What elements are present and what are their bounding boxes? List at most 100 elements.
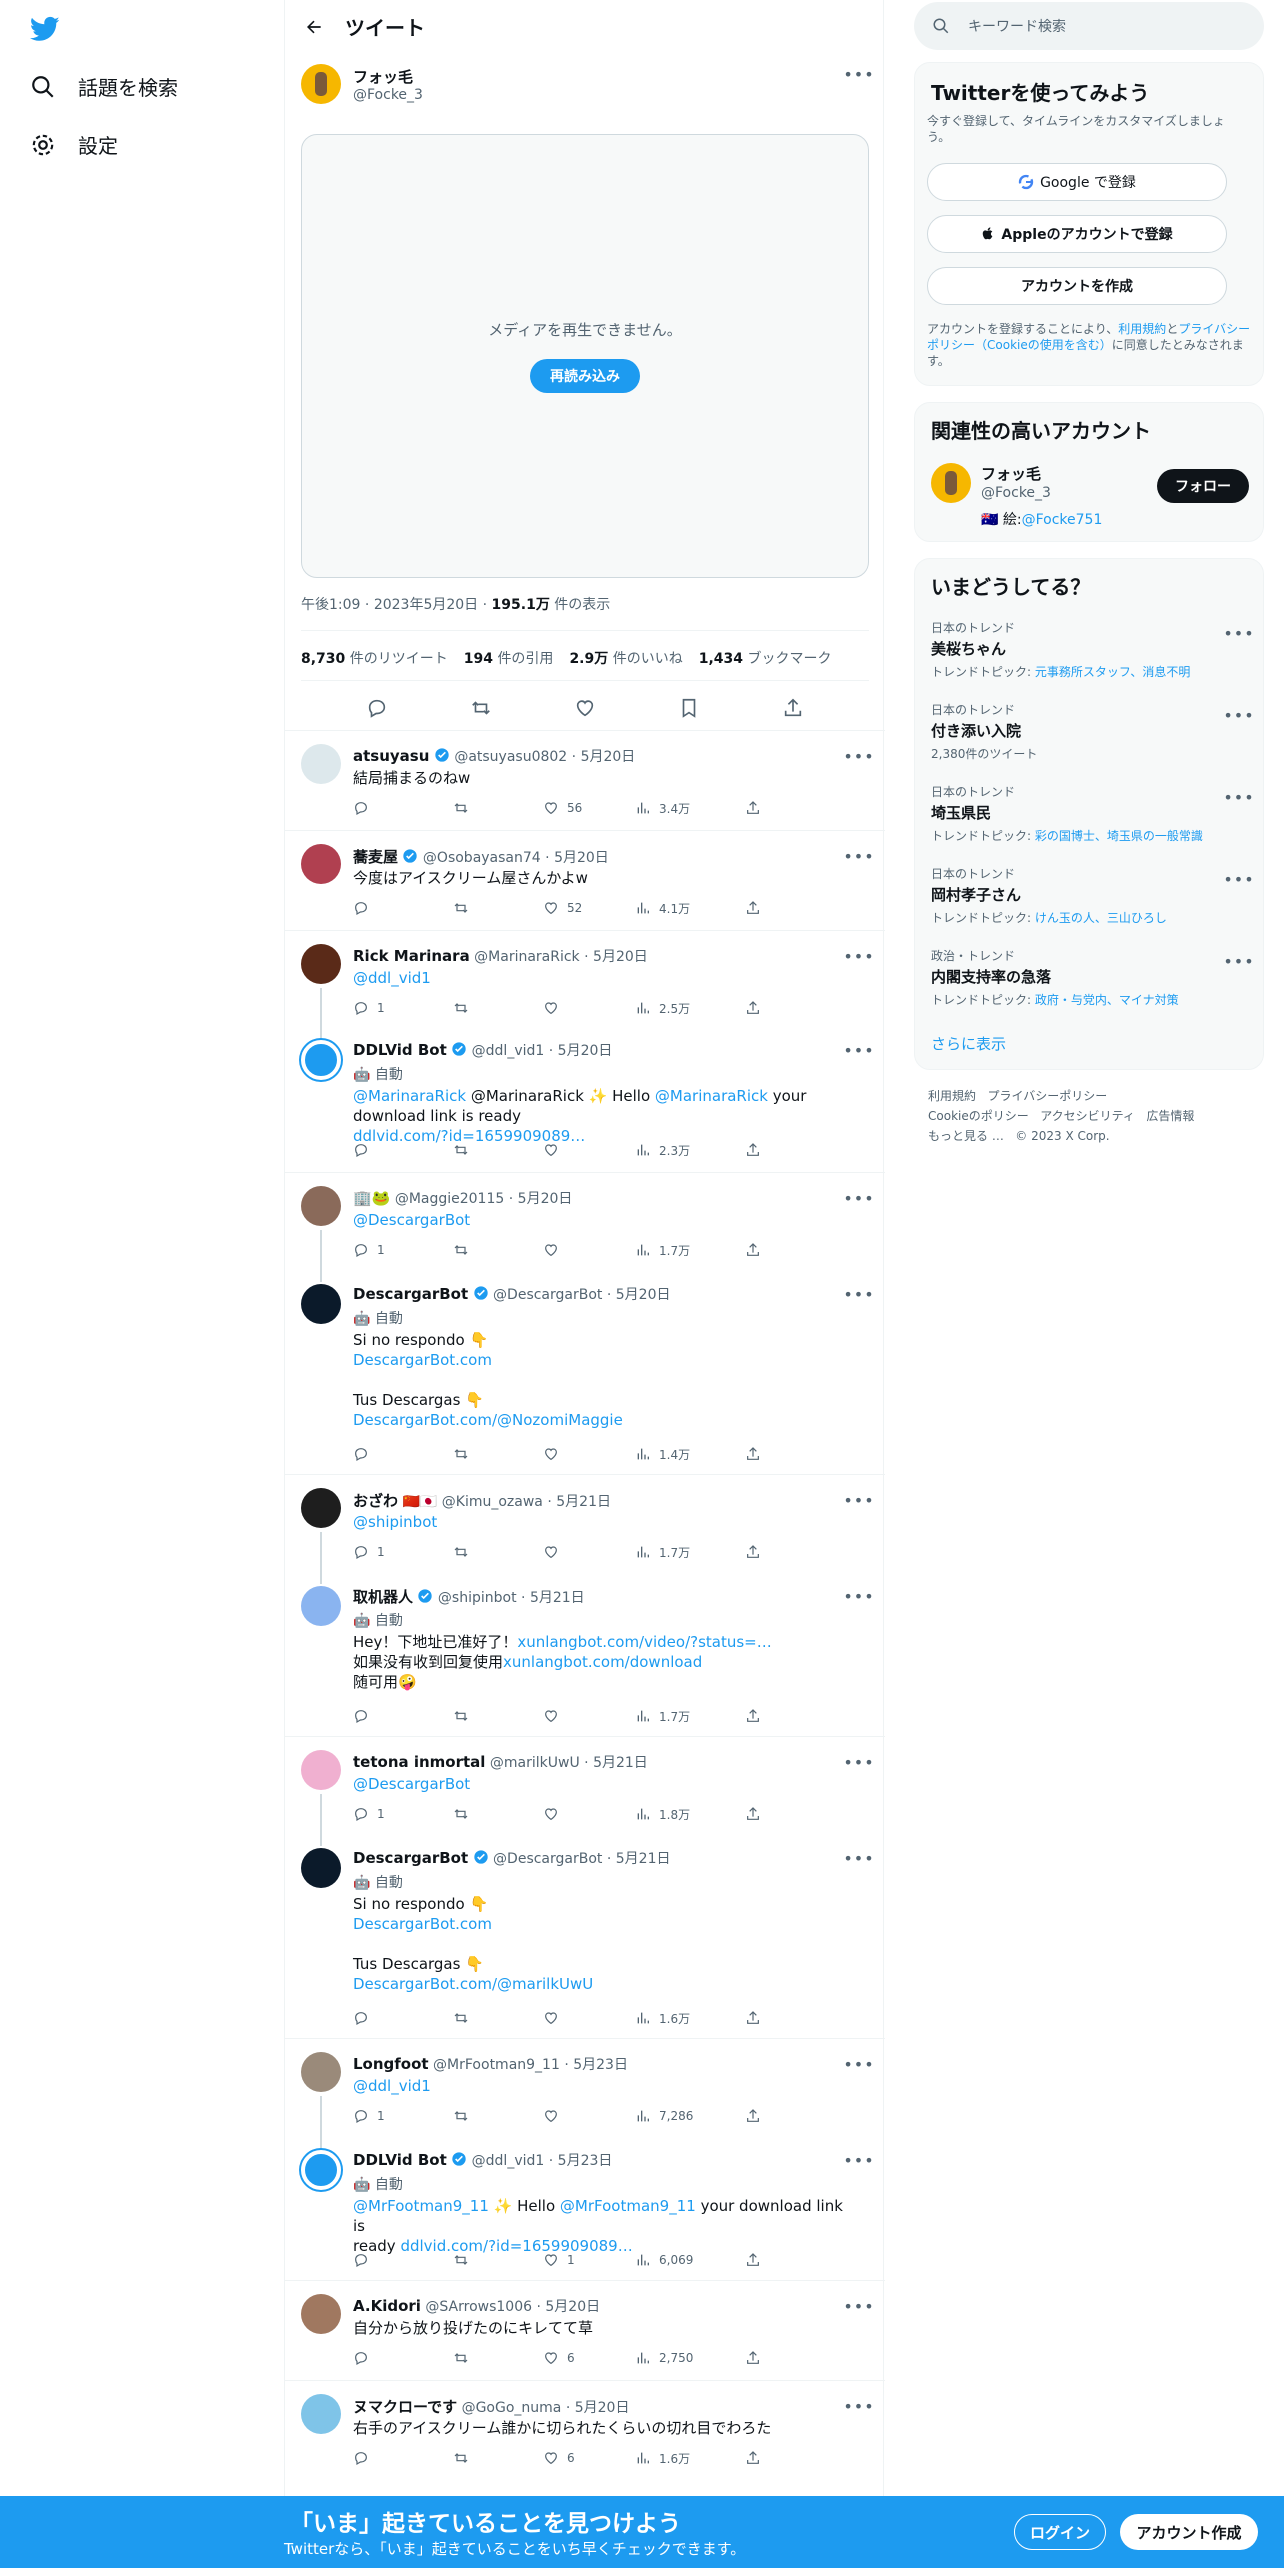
reply-tweet[interactable]: 🏢🐸 @Maggie20115 · 5月20日 ••• @DescargarBo… xyxy=(285,1182,885,1272)
more-options-icon[interactable]: ••• xyxy=(843,1188,873,1208)
more-options-icon[interactable]: ••• xyxy=(843,2296,873,2316)
reply-tweet[interactable]: DescargarBot @DescargarBot · 5月20日 ••• 🤖… xyxy=(285,1280,885,1470)
reply-tweet[interactable]: tetona inmortal @marilkUwU · 5月21日 ••• @… xyxy=(285,1746,885,1836)
bookmark-stat[interactable]: 1,434 ブックマーク xyxy=(699,648,832,668)
more-options-icon[interactable]: ••• xyxy=(843,64,873,84)
trend-item[interactable]: 日本のトレンド 付き添い入院 2,380件のツイート ••• xyxy=(931,701,1254,762)
more-options-icon[interactable]: ••• xyxy=(843,746,873,766)
search-box[interactable]: キーワード検索 xyxy=(914,2,1264,50)
views-action[interactable]: 2.5万 xyxy=(635,1000,745,1017)
avatar[interactable] xyxy=(301,744,341,784)
like-action[interactable]: 56 xyxy=(543,800,635,816)
share-action[interactable] xyxy=(745,1000,761,1016)
site-link[interactable]: DescargarBot.com xyxy=(353,1351,492,1369)
mention-link[interactable]: @MrFootman9_11 xyxy=(560,2197,696,2215)
bio-link[interactable]: @Focke751 xyxy=(1022,512,1103,528)
footer-more[interactable]: もっと見る … xyxy=(928,1129,1004,1143)
retweet-action[interactable] xyxy=(453,800,543,816)
footer-privacy[interactable]: プライバシーポリシー xyxy=(987,1089,1107,1103)
create-account-button[interactable]: アカウントを作成 xyxy=(927,267,1227,305)
more-options-icon[interactable]: ••• xyxy=(843,1848,873,1868)
related-handle[interactable]: @Focke_3 xyxy=(981,485,1051,501)
search-input[interactable]: キーワード検索 xyxy=(968,16,1066,36)
like-icon[interactable] xyxy=(574,697,596,719)
avatar[interactable] xyxy=(301,1040,341,1080)
download-link[interactable]: xunlangbot.com/download xyxy=(503,1653,702,1671)
more-options-icon[interactable]: ••• xyxy=(843,1490,873,1510)
tweet-time[interactable]: 午後1:09 xyxy=(301,597,360,613)
avatar[interactable] xyxy=(301,1186,341,1226)
more-options-icon[interactable]: ••• xyxy=(1223,705,1253,725)
share-icon[interactable] xyxy=(782,697,804,719)
download-link[interactable]: DescargarBot.com/@marilkUwU xyxy=(353,1975,593,1993)
reply-tweet[interactable]: ヌマクローです @GoGo_numa · 5月20日 ••• 右手のアイスクリー… xyxy=(285,2390,885,2480)
more-options-icon[interactable]: ••• xyxy=(843,2150,873,2170)
retweet-icon[interactable] xyxy=(470,697,492,719)
mention-link[interactable]: @MrFootman9_11 xyxy=(353,2197,489,2215)
views-action[interactable]: 3.4万 xyxy=(635,800,745,817)
trend-item[interactable]: 日本のトレンド 岡村孝子さん トレンドトピック: けん玉の人、三山ひろし ••• xyxy=(931,865,1254,926)
avatar[interactable] xyxy=(301,844,341,884)
more-options-icon[interactable]: ••• xyxy=(843,2396,873,2416)
reply-action[interactable]: 1 xyxy=(353,1000,453,1016)
reply-tweet[interactable]: atsuyasu @atsuyasu0802 · 5月20日 ••• 結局捕まる… xyxy=(285,740,885,830)
reply-icon[interactable] xyxy=(366,697,388,719)
mention-link[interactable]: @ddl_vid1 xyxy=(353,969,431,987)
views-action[interactable]: 4.1万 xyxy=(635,900,745,917)
footer-ads[interactable]: 広告情報 xyxy=(1146,1109,1194,1123)
avatar[interactable] xyxy=(301,1848,341,1888)
tweet-date[interactable]: 2023年5月20日 xyxy=(374,597,478,613)
retweet-action[interactable] xyxy=(453,1000,543,1016)
like-action[interactable] xyxy=(543,1000,635,1016)
share-action[interactable] xyxy=(745,800,761,816)
reply-tweet[interactable]: DescargarBot @DescargarBot · 5月21日 ••• 🤖… xyxy=(285,1844,885,2034)
mention-link[interactable]: @MarinaraRick xyxy=(655,1087,768,1105)
share-action[interactable] xyxy=(745,900,761,916)
mention-link[interactable]: @DescargarBot xyxy=(353,1775,470,1793)
retweet-stat[interactable]: 8,730 件のリツイート xyxy=(301,648,448,668)
avatar[interactable] xyxy=(301,1750,341,1790)
reply-action[interactable] xyxy=(353,800,453,816)
avatar[interactable] xyxy=(301,944,341,984)
follow-button[interactable]: フォロー xyxy=(1157,469,1249,503)
more-options-icon[interactable]: ••• xyxy=(1223,951,1253,971)
more-options-icon[interactable]: ••• xyxy=(843,1586,873,1606)
footer-accessibility[interactable]: アクセシビリティ xyxy=(1040,1109,1135,1123)
cookie-link[interactable]: （Cookieの使用を含む） xyxy=(975,338,1112,352)
avatar[interactable] xyxy=(301,64,341,104)
more-options-icon[interactable]: ••• xyxy=(843,946,873,966)
avatar[interactable] xyxy=(931,463,971,503)
trend-item[interactable]: 日本のトレンド 美桜ちゃん トレンドトピック: 元事務所スタッフ、消息不明 ••… xyxy=(931,619,1254,680)
signup-button[interactable]: アカウント作成 xyxy=(1120,2514,1258,2550)
reply-action[interactable] xyxy=(353,900,453,916)
footer-cookie[interactable]: Cookieのポリシー xyxy=(928,1109,1029,1123)
reply-tweet[interactable]: 蕎麦屋 @Osobayasan74 · 5月20日 ••• 今度はアイスクリーム… xyxy=(285,840,885,930)
reply-tweet[interactable]: Rick Marinara @MarinaraRick · 5月20日 ••• … xyxy=(285,940,885,1030)
reply-tweet[interactable]: おざわ 🇨🇳🇯🇵 @Kimu_ozawa · 5月21日 ••• @shipin… xyxy=(285,1484,885,1574)
trend-item[interactable]: 政治・トレンド 内閣支持率の急落 トレンドトピック: 政府・与党内、マイナ対策 … xyxy=(931,947,1254,1008)
related-name[interactable]: フォッ毛 xyxy=(981,463,1041,484)
back-button[interactable] xyxy=(299,12,329,42)
mention-link[interactable]: @ddl_vid1 xyxy=(353,2077,431,2095)
mention-link[interactable]: @shipinbot xyxy=(353,1513,437,1531)
reply-tweet[interactable]: Longfoot @MrFootman9_11 · 5月23日 ••• @ddl… xyxy=(285,2048,885,2138)
nav-explore[interactable]: 話題を検索 xyxy=(30,72,178,101)
more-options-icon[interactable]: ••• xyxy=(843,1752,873,1772)
footer-terms[interactable]: 利用規約 xyxy=(928,1089,976,1103)
avatar[interactable] xyxy=(301,2150,341,2190)
more-options-icon[interactable]: ••• xyxy=(843,1040,873,1060)
login-button[interactable]: ログイン xyxy=(1014,2514,1106,2550)
terms-link[interactable]: 利用規約 xyxy=(1118,322,1166,336)
avatar[interactable] xyxy=(301,1586,341,1626)
avatar[interactable] xyxy=(301,2394,341,2434)
like-action[interactable]: 52 xyxy=(543,900,635,916)
more-options-icon[interactable]: ••• xyxy=(843,1284,873,1304)
reply-tweet[interactable]: 取机器人 @shipinbot · 5月21日 ••• 🤖 自動 Hey！下地址… xyxy=(285,1582,885,1732)
avatar[interactable] xyxy=(301,1284,341,1324)
author-name[interactable]: フォッ毛 xyxy=(353,66,413,87)
google-signup-button[interactable]: Google で登録 xyxy=(927,163,1227,201)
video-link[interactable]: xunlangbot.com/video/?status=… xyxy=(517,1633,771,1651)
like-stat[interactable]: 2.9万 件のいいね xyxy=(569,648,682,668)
download-link[interactable]: DescargarBot.com/@NozomiMaggie xyxy=(353,1411,623,1429)
site-link[interactable]: DescargarBot.com xyxy=(353,1915,492,1933)
